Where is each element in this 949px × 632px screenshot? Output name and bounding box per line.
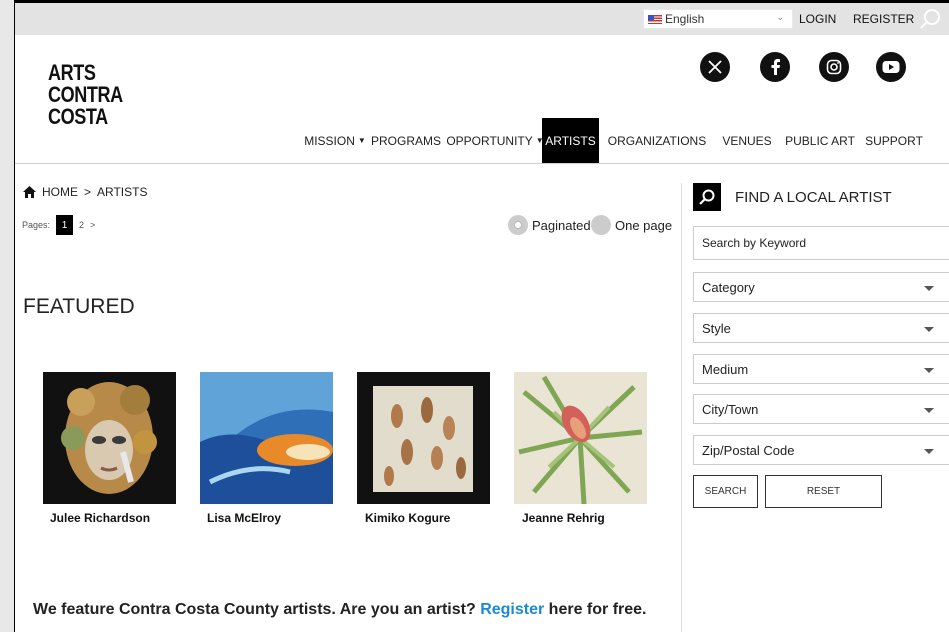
category-select[interactable]: Category (693, 272, 949, 302)
pagination-label: Pages: (22, 220, 51, 230)
promo-text: We feature Contra Costa County artists. … (33, 601, 481, 618)
zip-select[interactable]: Zip/Postal Code (693, 435, 949, 465)
page-current: 1 (56, 215, 74, 235)
zip-select-label: Zip/Postal Code (702, 442, 795, 458)
caret-down-icon: ▼ (357, 136, 366, 145)
caret-down-icon (924, 286, 934, 291)
nav-label: OPPORTUNITY (446, 133, 533, 148)
caret-down-icon (924, 368, 934, 373)
site-logo[interactable]: ARTS CONTRA COSTA (48, 62, 123, 128)
nav-mission[interactable]: MISSION ▼ (302, 118, 368, 163)
page-link[interactable]: 2 (79, 220, 84, 230)
nav-artists[interactable]: ARTISTS (542, 118, 599, 163)
artwork-image[interactable] (200, 372, 333, 504)
reset-button[interactable]: RESET (765, 475, 882, 508)
search-button[interactable]: SEARCH (693, 475, 758, 508)
caret-down-icon (924, 449, 934, 454)
nav-public-art[interactable]: PUBLIC ART (785, 118, 855, 163)
category-select-label: Category (702, 279, 755, 295)
pagination: Pages: 1 2 > (22, 215, 95, 235)
page-next[interactable]: > (90, 220, 95, 230)
search-icon (693, 183, 721, 211)
search-icon[interactable] (917, 6, 943, 32)
artwork-image[interactable] (514, 372, 647, 504)
city-select[interactable]: City/Town (693, 394, 949, 424)
radio-unselected[interactable] (591, 215, 611, 235)
login-link[interactable]: LOGIN (799, 12, 836, 26)
page-frame: English ⌄ LOGIN REGISTER ARTS CONTRA COS… (14, 0, 949, 632)
caret-down-icon (924, 327, 934, 332)
us-flag-icon (648, 14, 662, 24)
chevron-down-icon: ⌄ (776, 12, 784, 22)
featured-heading: FEATURED (23, 295, 135, 318)
language-label: English (665, 12, 705, 26)
radio-selected[interactable] (508, 215, 528, 235)
medium-select[interactable]: Medium (693, 354, 949, 384)
top-bar: English ⌄ LOGIN REGISTER (15, 0, 949, 35)
artwork-image[interactable] (357, 372, 490, 504)
logo-line: CONTRA (48, 82, 123, 107)
artist-name[interactable]: Jeanne Rehrig (522, 511, 605, 525)
view-one-page[interactable]: One page (591, 215, 672, 235)
nav-organizations[interactable]: ORGANIZATIONS (607, 118, 707, 163)
breadcrumb: HOME > ARTISTS (23, 185, 147, 199)
instagram-icon[interactable] (819, 52, 849, 82)
city-select-label: City/Town (702, 401, 759, 417)
medium-select-label: Medium (702, 361, 749, 377)
language-select[interactable]: English ⌄ (643, 9, 793, 29)
sidebar-title-text: FIND A LOCAL ARTIST (735, 188, 892, 206)
register-link[interactable]: REGISTER (853, 12, 914, 26)
nav-venues[interactable]: VENUES (721, 118, 773, 163)
nav-opportunity[interactable]: OPPORTUNITY ▼ (446, 118, 543, 163)
artist-name[interactable]: Lisa McElroy (207, 511, 281, 525)
sidebar-title: FIND A LOCAL ARTIST (693, 183, 892, 211)
youtube-icon[interactable] (876, 52, 906, 82)
style-select-label: Style (702, 320, 731, 336)
nav-programs[interactable]: PROGRAMS (371, 118, 441, 163)
view-paginated[interactable]: Paginated (508, 215, 591, 235)
header-divider (15, 163, 949, 164)
x-icon[interactable] (700, 52, 730, 82)
keyword-search-input[interactable]: Search by Keyword (693, 226, 949, 260)
artist-name[interactable]: Kimiko Kogure (365, 511, 450, 525)
breadcrumb-current: ARTISTS (97, 185, 148, 199)
view-one-page-label: One page (615, 217, 673, 233)
home-icon[interactable] (23, 186, 36, 198)
caret-down-icon (924, 408, 934, 413)
breadcrumb-home[interactable]: HOME (42, 185, 78, 199)
logo-line: ARTS (48, 60, 96, 85)
style-select[interactable]: Style (693, 313, 949, 343)
logo-line: COSTA (48, 104, 108, 129)
breadcrumb-separator: > (84, 185, 92, 199)
register-promo: We feature Contra Costa County artists. … (33, 601, 647, 619)
artist-name[interactable]: Julee Richardson (50, 511, 150, 525)
nav-support[interactable]: SUPPORT (865, 118, 923, 163)
sidebar-divider (681, 183, 682, 632)
artwork-image[interactable] (43, 372, 176, 504)
facebook-icon[interactable] (760, 52, 790, 82)
nav-label: MISSION (304, 133, 355, 148)
promo-text-end: here for free. (544, 601, 647, 618)
view-paginated-label: Paginated (532, 217, 591, 233)
promo-register-link[interactable]: Register (480, 601, 544, 618)
